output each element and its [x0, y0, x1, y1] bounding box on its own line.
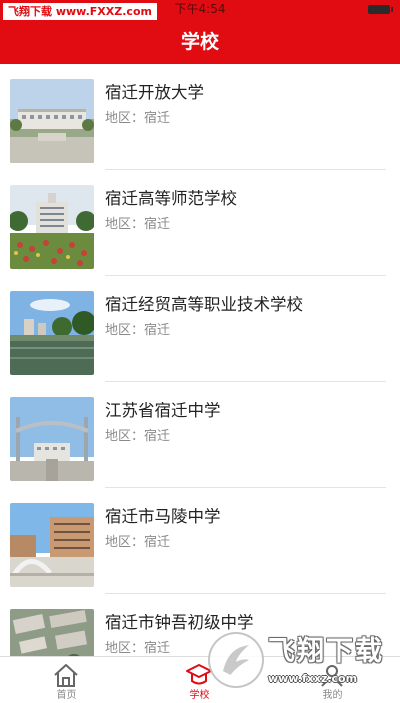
school-name: 宿迁开放大学: [105, 83, 204, 102]
page-title: 学校: [180, 31, 219, 53]
school-region: 地区：宿迁: [105, 217, 171, 232]
watermark-circle-icon: [208, 632, 264, 688]
watermark-label: 飞翔下载 www.FXXZ.com: [3, 3, 157, 20]
tab-label: 首页: [56, 690, 77, 701]
watermark-text: 飞翔下载: [268, 636, 384, 667]
school-region: 地区：宿迁: [105, 641, 171, 656]
status-bar: 下午4:54 飞翔下载 www.FXXZ.com: [0, 0, 400, 20]
school-region: 地区：宿迁: [105, 429, 171, 444]
school-region: 地区：宿迁: [105, 111, 171, 126]
school-name: 宿迁经贸高等职业技术学校: [105, 295, 303, 314]
school-list: 宿迁开放大学 地区：宿迁 宿迁高等师范学校 地区：宿迁 宿迁经贸高等职业技术学校…: [0, 64, 400, 656]
school-name: 江苏省宿迁中学: [105, 401, 221, 420]
school-thumbnail: [10, 503, 94, 587]
nav-bar: 学校: [0, 20, 400, 64]
watermark-url: www.fxxz.com: [268, 672, 358, 685]
school-thumbnail: [10, 79, 94, 163]
tab-label: 学校: [189, 690, 210, 701]
list-item[interactable]: 宿迁开放大学 地区：宿迁: [0, 64, 400, 170]
list-item[interactable]: 宿迁经贸高等职业技术学校 地区：宿迁: [0, 276, 400, 382]
school-thumbnail: [10, 397, 94, 481]
school-region: 地区：宿迁: [105, 535, 171, 550]
school-name: 宿迁高等师范学校: [105, 189, 237, 208]
watermark-logo: 飞翔下载 www.fxxz.com: [208, 632, 390, 690]
home-icon: [54, 664, 78, 687]
school-thumbnail: [10, 185, 94, 269]
school-name: 宿迁市钟吾初级中学: [105, 613, 254, 632]
list-item[interactable]: 宿迁高等师范学校 地区：宿迁: [0, 170, 400, 276]
school-name: 宿迁市马陵中学: [105, 507, 221, 526]
school-thumbnail: [10, 291, 94, 375]
list-item[interactable]: 宿迁市马陵中学 地区：宿迁: [0, 488, 400, 594]
list-item[interactable]: 江苏省宿迁中学 地区：宿迁: [0, 382, 400, 488]
school-thumbnail: [10, 609, 94, 656]
battery-icon: [368, 5, 393, 14]
tab-label: 我的: [322, 690, 343, 701]
school-region: 地区：宿迁: [105, 323, 171, 338]
tab-home[interactable]: 首页: [0, 657, 133, 703]
